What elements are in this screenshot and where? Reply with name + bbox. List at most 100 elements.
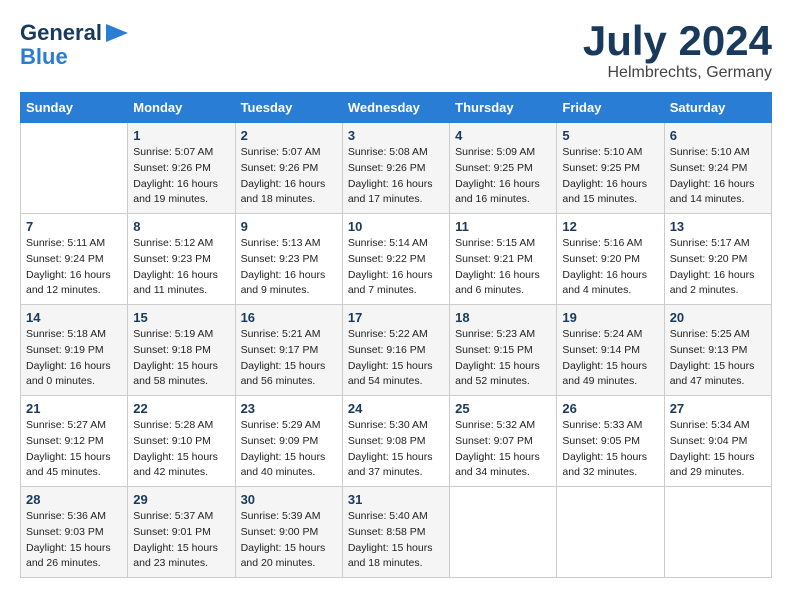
day-info-line: Daylight: 16 hours — [562, 177, 658, 193]
day-info-line: Daylight: 15 hours — [348, 359, 444, 375]
day-info-line: Daylight: 15 hours — [133, 541, 229, 557]
calendar-cell: 28 Sunrise: 5:36 AMSunset: 9:03 PMDayligh… — [21, 487, 128, 578]
day-info-line: Sunset: 9:19 PM — [26, 343, 122, 359]
day-info-line: and 9 minutes. — [241, 283, 337, 299]
day-info-line: Sunrise: 5:22 AM — [348, 327, 444, 343]
day-info-line: Sunset: 9:26 PM — [348, 161, 444, 177]
day-info-line: and 47 minutes. — [670, 374, 766, 390]
day-info-line: Sunrise: 5:39 AM — [241, 509, 337, 525]
day-info-line: Daylight: 16 hours — [455, 177, 551, 193]
day-info-line: Daylight: 15 hours — [455, 359, 551, 375]
day-info-line: Daylight: 16 hours — [133, 177, 229, 193]
day-info-line: Daylight: 16 hours — [241, 177, 337, 193]
day-info-line: Daylight: 15 hours — [455, 450, 551, 466]
calendar-cell: 9Sunrise: 5:13 AMSunset: 9:23 PMDaylight… — [235, 214, 342, 305]
day-info-line: Sunset: 9:08 PM — [348, 434, 444, 450]
day-info-line: Sunset: 9:20 PM — [562, 252, 658, 268]
day-info-line: Sunset: 9:17 PM — [241, 343, 337, 359]
calendar-cell: 17Sunrise: 5:22 AMSunset: 9:16 PMDayligh… — [342, 305, 449, 396]
day-info-line: Sunset: 9:20 PM — [670, 252, 766, 268]
day-number: 17 — [348, 310, 444, 325]
calendar-cell: 24Sunrise: 5:30 AMSunset: 9:08 PMDayligh… — [342, 396, 449, 487]
day-info-line: Sunrise: 5:13 AM — [241, 236, 337, 252]
day-info-line: Daylight: 15 hours — [348, 450, 444, 466]
calendar-cell: 3Sunrise: 5:08 AMSunset: 9:26 PMDaylight… — [342, 123, 449, 214]
day-number: 4 — [455, 128, 551, 143]
calendar-cell: 7Sunrise: 5:11 AMSunset: 9:24 PMDaylight… — [21, 214, 128, 305]
day-info-line: Sunrise: 5:17 AM — [670, 236, 766, 252]
logo-text: General — [20, 21, 102, 45]
day-info-line: Sunrise: 5:12 AM — [133, 236, 229, 252]
day-info-line: Sunrise: 5:21 AM — [241, 327, 337, 343]
week-row-5: 28Sunrise: 5:36 AMSunset: 9:03 PMDayligh… — [21, 487, 772, 578]
day-number: 1 — [133, 128, 229, 143]
month-title: July 2024 — [583, 20, 772, 62]
day-info-line: Sunrise: 5:25 AM — [670, 327, 766, 343]
day-info-line: Sunset: 9:03 PM — [26, 525, 122, 541]
day-info-line: and 18 minutes. — [241, 192, 337, 208]
day-info-line: and 42 minutes. — [133, 465, 229, 481]
day-info-line: Daylight: 16 hours — [670, 177, 766, 193]
column-header-friday: Friday — [557, 93, 664, 123]
day-info-line: Sunrise: 5:07 AM — [241, 145, 337, 161]
calendar-cell: 11Sunrise: 5:15 AMSunset: 9:21 PMDayligh… — [450, 214, 557, 305]
day-info-line: Sunset: 9:14 PM — [562, 343, 658, 359]
calendar-cell: 18Sunrise: 5:23 AMSunset: 9:15 PMDayligh… — [450, 305, 557, 396]
day-number: 23 — [241, 401, 337, 416]
day-info-line: and 52 minutes. — [455, 374, 551, 390]
day-info-line: and 4 minutes. — [562, 283, 658, 299]
day-info-line: Sunrise: 5:18 AM — [26, 327, 122, 343]
day-info-line: Sunrise: 5:08 AM — [348, 145, 444, 161]
day-info-line: Daylight: 15 hours — [26, 541, 122, 557]
day-info-line: Daylight: 16 hours — [26, 268, 122, 284]
page-header: General Blue July 2024 Helmbrechts, Germ… — [20, 20, 772, 82]
calendar-cell: 29Sunrise: 5:37 AMSunset: 9:01 PMDayligh… — [128, 487, 235, 578]
calendar-cell: 10Sunrise: 5:14 AMSunset: 9:22 PMDayligh… — [342, 214, 449, 305]
day-number: 6 — [670, 128, 766, 143]
day-number: 24 — [348, 401, 444, 416]
day-info-line: Sunrise: 5:07 AM — [133, 145, 229, 161]
day-info-line: Sunrise: 5:23 AM — [455, 327, 551, 343]
day-info-line: Daylight: 15 hours — [670, 450, 766, 466]
day-number: 21 — [26, 401, 122, 416]
calendar-cell: 20Sunrise: 5:25 AMSunset: 9:13 PMDayligh… — [664, 305, 771, 396]
calendar-cell: 4Sunrise: 5:09 AMSunset: 9:25 PMDaylight… — [450, 123, 557, 214]
day-info-line: Daylight: 15 hours — [562, 359, 658, 375]
day-number: 28 — [26, 492, 122, 507]
day-info-line: Sunset: 8:58 PM — [348, 525, 444, 541]
day-info-line: Daylight: 16 hours — [26, 359, 122, 375]
day-info-line: Sunset: 9:23 PM — [241, 252, 337, 268]
column-header-tuesday: Tuesday — [235, 93, 342, 123]
day-info-line: Daylight: 16 hours — [562, 268, 658, 284]
day-info-line: Sunrise: 5:29 AM — [241, 418, 337, 434]
day-info-line: Sunset: 9:18 PM — [133, 343, 229, 359]
day-info-line: Sunset: 9:00 PM — [241, 525, 337, 541]
day-info-line: Daylight: 16 hours — [348, 177, 444, 193]
day-info-line: and 14 minutes. — [670, 192, 766, 208]
day-info-line: Sunset: 9:25 PM — [562, 161, 658, 177]
day-info-line: Sunrise: 5:40 AM — [348, 509, 444, 525]
day-number: 20 — [670, 310, 766, 325]
day-number: 27 — [670, 401, 766, 416]
day-info-line: Sunset: 9:01 PM — [133, 525, 229, 541]
day-info-line: and 37 minutes. — [348, 465, 444, 481]
day-info-line: and 18 minutes. — [348, 556, 444, 572]
day-info-line: and 11 minutes. — [133, 283, 229, 299]
day-number: 13 — [670, 219, 766, 234]
logo-blue: Blue — [20, 45, 128, 69]
day-number: 30 — [241, 492, 337, 507]
day-info-line: Sunrise: 5:36 AM — [26, 509, 122, 525]
day-info-line: Sunset: 9:04 PM — [670, 434, 766, 450]
day-info-line: Daylight: 15 hours — [241, 541, 337, 557]
day-info-line: Sunset: 9:21 PM — [455, 252, 551, 268]
day-info-line: Sunrise: 5:11 AM — [26, 236, 122, 252]
day-info-line: Sunset: 9:05 PM — [562, 434, 658, 450]
day-number: 26 — [562, 401, 658, 416]
calendar-cell — [21, 123, 128, 214]
day-info-line: Sunrise: 5:16 AM — [562, 236, 658, 252]
day-info-line: Sunrise: 5:37 AM — [133, 509, 229, 525]
day-info-line: Sunset: 9:15 PM — [455, 343, 551, 359]
day-info-line: Sunrise: 5:28 AM — [133, 418, 229, 434]
day-info-line: Daylight: 15 hours — [348, 541, 444, 557]
location-subtitle: Helmbrechts, Germany — [583, 64, 772, 82]
